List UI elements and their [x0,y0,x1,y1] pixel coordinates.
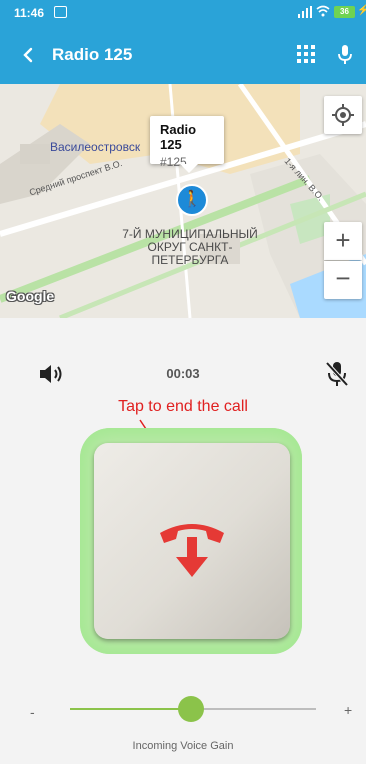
gain-label: Incoming Voice Gain [132,740,234,752]
crosshair-icon [332,104,354,126]
gain-minus-label: - [30,704,35,720]
dialpad-icon[interactable] [296,44,316,64]
info-window-title: Radio 125 [160,122,197,152]
hang-up-phone-icon [160,524,224,577]
slider-fill [70,708,191,710]
info-window[interactable]: Radio 125 #125 [150,116,224,173]
charging-icon: ⚡ [357,5,366,16]
my-location-button[interactable] [324,96,362,134]
zoom-out-button[interactable]: − [324,261,362,299]
map-area-label: Василеостровск [50,140,141,154]
microphone-icon[interactable] [336,44,354,66]
google-logo: Google [6,288,55,304]
slider-thumb[interactable] [177,696,204,722]
end-call-button[interactable] [94,443,290,639]
microphone-off-icon[interactable] [324,360,350,388]
app-bar: Radio 125 [0,26,366,84]
end-call-hint: Tap to end the call [118,398,248,415]
call-timer: 00:03 [166,366,200,381]
map-view[interactable]: Василеостровск Средний проспект В.О. 1-я… [0,84,366,318]
wifi-icon [316,5,330,17]
page-title: Radio 125 [52,45,133,64]
signal-icon [298,6,312,18]
battery-icon: 36 [334,6,355,18]
chevron-left-icon[interactable] [16,42,42,68]
zoom-in-button[interactable]: + [324,222,362,260]
info-window-subtitle: #125 [160,155,187,169]
notification-icon [54,6,67,18]
status-bar: 11:46 36 ⚡ [0,0,366,26]
status-time: 11:46 [14,6,45,20]
gain-plus-label: + [344,702,353,718]
district-label: 7-Й МУНИЦИПАЛЬНЫЙ ОКРУГ САНКТ-ПЕТЕРБУРГА [122,227,258,267]
walking-person-icon[interactable]: 🚶 [176,184,208,216]
voice-gain-slider[interactable] [70,696,316,722]
